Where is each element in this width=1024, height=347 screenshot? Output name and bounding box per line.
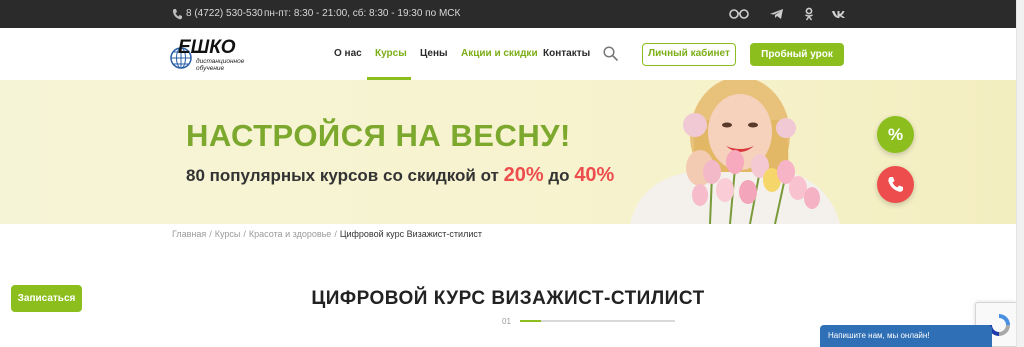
nav-prices[interactable]: Цены — [420, 48, 448, 59]
nav-courses[interactable]: Курсы — [375, 48, 407, 59]
search-icon[interactable] — [603, 46, 618, 61]
section-progress-line — [520, 320, 675, 322]
phone-call-icon — [888, 177, 903, 192]
callback-fab-button[interactable] — [877, 166, 914, 203]
banner-subtitle-prefix: 80 популярных курсов со скидкой от — [186, 166, 499, 185]
eshko-logo[interactable]: ЕШКО дистанционное обучение — [170, 36, 250, 72]
vk-icon[interactable] — [830, 6, 848, 22]
working-hours: пн-пт: 8:30 - 21:00, сб: 8:30 - 19:30 по… — [264, 8, 461, 19]
online-chat-widget[interactable]: Напишите нам, мы онлайн! — [820, 325, 992, 347]
breadcrumb-separator: / — [334, 229, 337, 239]
breadcrumb-separator: / — [209, 229, 212, 239]
breadcrumb-courses[interactable]: Курсы — [215, 229, 241, 239]
section-step-number: 01 — [502, 317, 511, 326]
banner-title: НАСТРОЙСЯ НА ВЕСНУ! — [186, 118, 571, 153]
breadcrumb-beauty-health[interactable]: Красота и здоровье — [249, 229, 331, 239]
page: 8 (4722) 530-530 пн-пт: 8:30 - 21:00, сб… — [0, 0, 1024, 347]
site-header: ЕШКО дистанционное обучение О нас Курсы … — [0, 28, 1016, 80]
discount-from: 20% — [503, 164, 544, 186]
nav-promotions[interactable]: Акции и скидки — [461, 48, 538, 59]
breadcrumb-separator: / — [243, 229, 246, 239]
page-scrollbar[interactable] — [1016, 0, 1024, 347]
woman-with-tulips-image — [630, 80, 840, 224]
banner-subtitle: 80 популярных курсов со скидкой от 20% д… — [186, 164, 614, 187]
telegram-icon[interactable] — [768, 6, 786, 22]
odnoklassniki-icon[interactable] — [800, 6, 818, 22]
discount-fab-button[interactable]: % — [877, 116, 914, 153]
logo-subtitle-1: дистанционное — [196, 57, 245, 65]
breadcrumb-current: Цифровой курс Визажист-стилист — [339, 229, 482, 239]
phone-icon — [172, 9, 182, 20]
course-title: ЦИФРОВОЙ КУРС ВИЗАЖИСТ-СТИЛИСТ — [311, 288, 705, 309]
top-bar: 8 (4722) 530-530 пн-пт: 8:30 - 21:00, сб… — [0, 0, 1016, 28]
trial-lesson-button[interactable]: Пробный урок — [750, 43, 844, 66]
breadcrumb-home[interactable]: Главная — [172, 229, 206, 239]
section-progress-fill — [520, 320, 541, 322]
banner-subtitle-mid: до — [548, 166, 570, 185]
phone-number[interactable]: 8 (4722) 530-530 — [186, 8, 263, 19]
promo-banner[interactable]: НАСТРОЙСЯ НА ВЕСНУ! 80 популярных курсов… — [0, 80, 1016, 224]
glasses-icon[interactable] — [728, 6, 750, 22]
nav-contacts[interactable]: Контакты — [543, 48, 590, 59]
logo-subtitle-2: обучение — [196, 64, 225, 72]
nav-about[interactable]: О нас — [334, 48, 362, 59]
breadcrumb: Главная / Курсы / Красота и здоровье / Цифрово… — [172, 229, 482, 239]
logo-wordmark: ЕШКО — [178, 37, 236, 58]
personal-account-button[interactable]: Личный кабинет — [642, 43, 736, 66]
